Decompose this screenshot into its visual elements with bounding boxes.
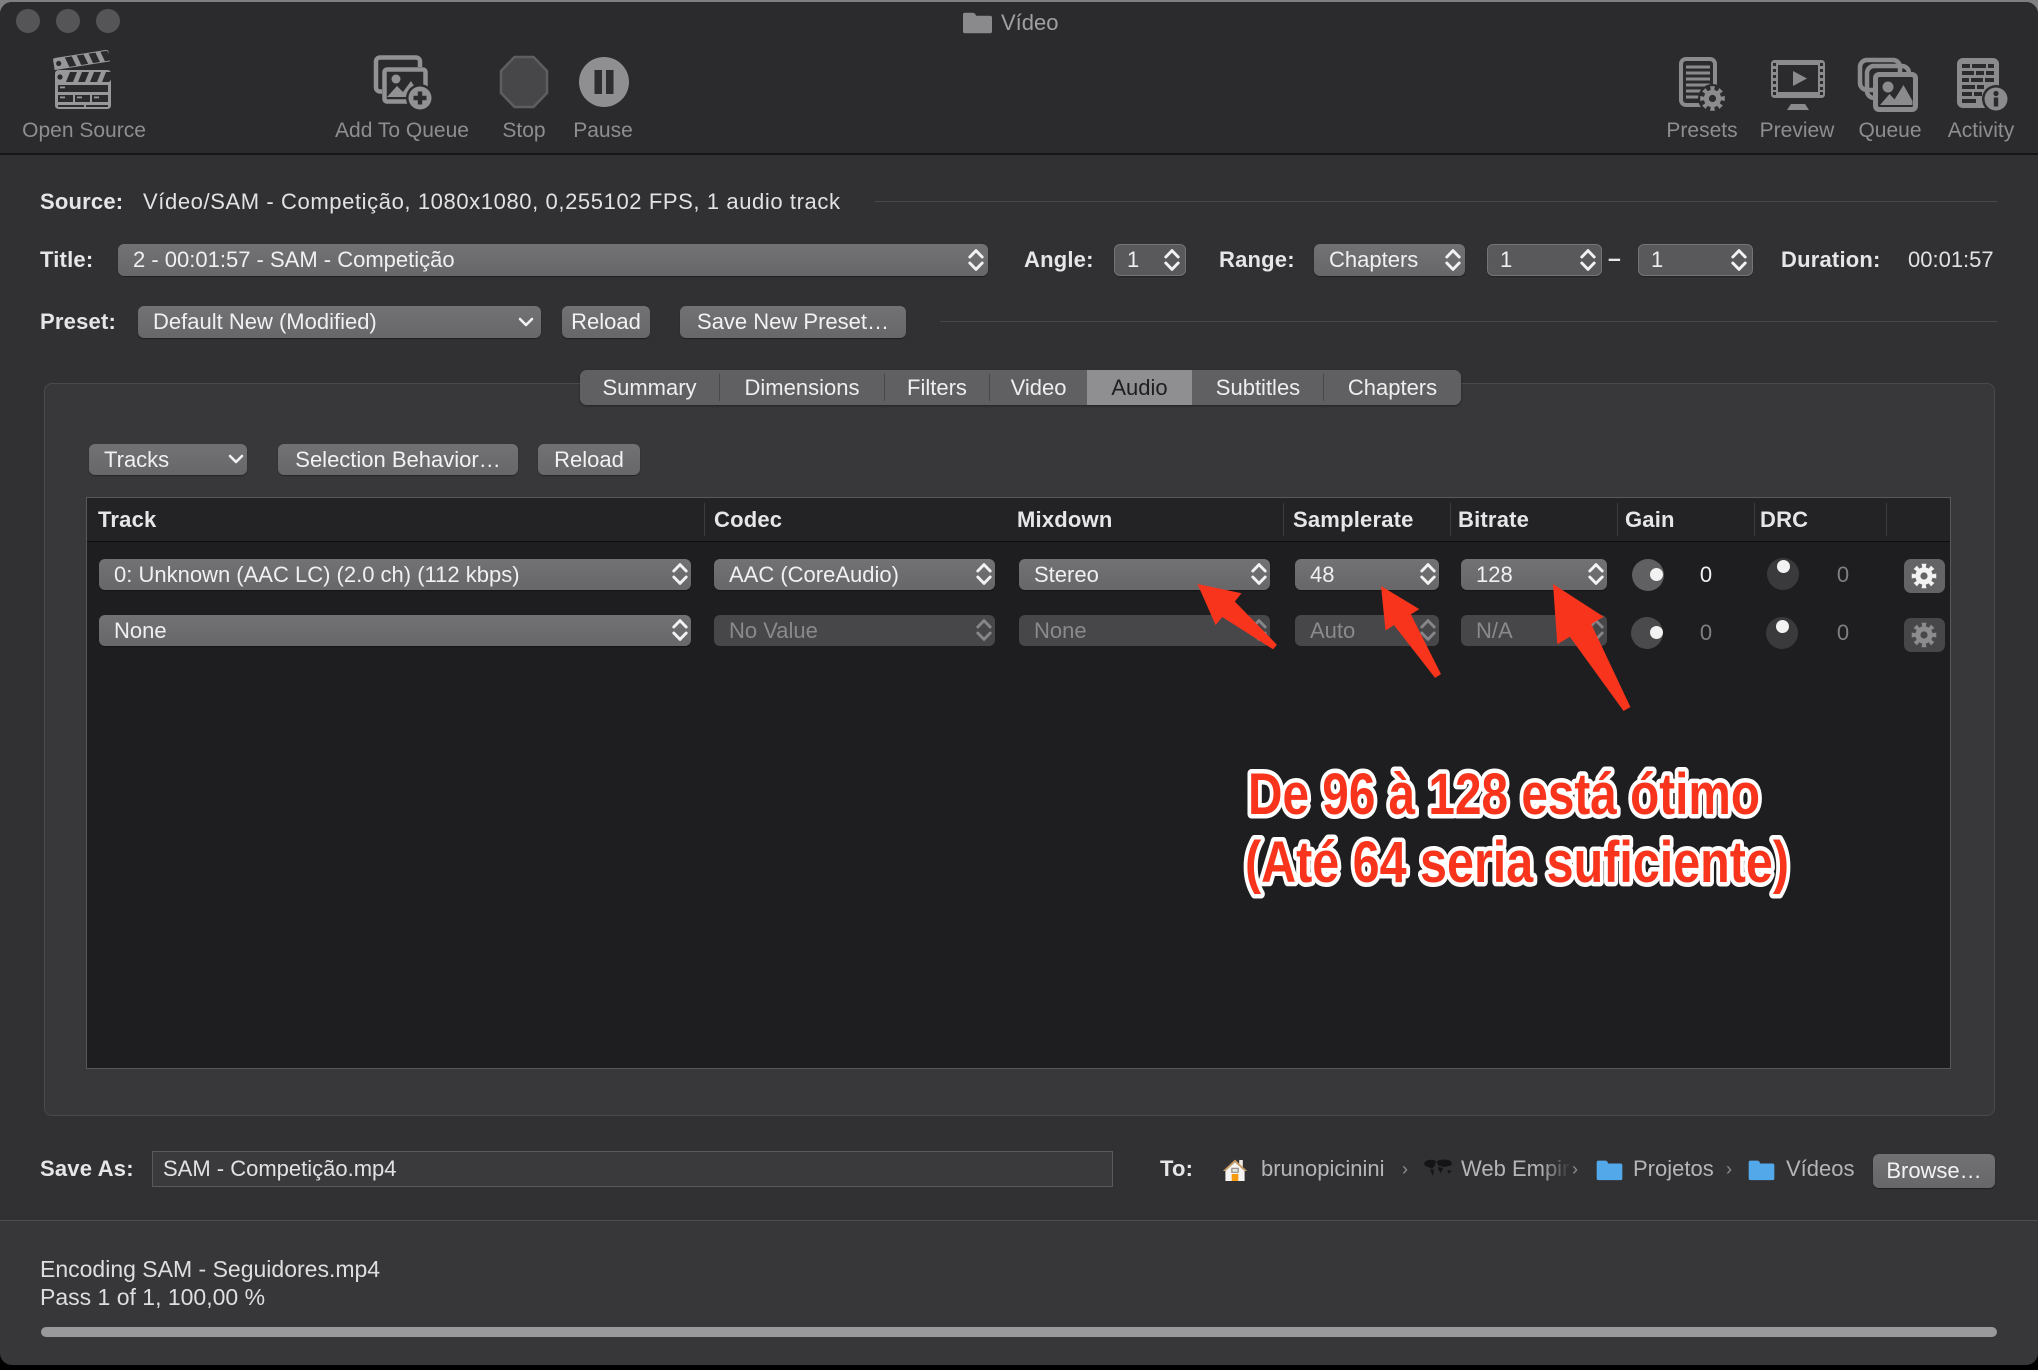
svg-text:(Até 64 seria suficiente): (Até 64 seria suficiente) — [1245, 830, 1789, 895]
svg-text:De 96 à 128 está ótimo: De 96 à 128 está ótimo — [1248, 762, 1760, 827]
